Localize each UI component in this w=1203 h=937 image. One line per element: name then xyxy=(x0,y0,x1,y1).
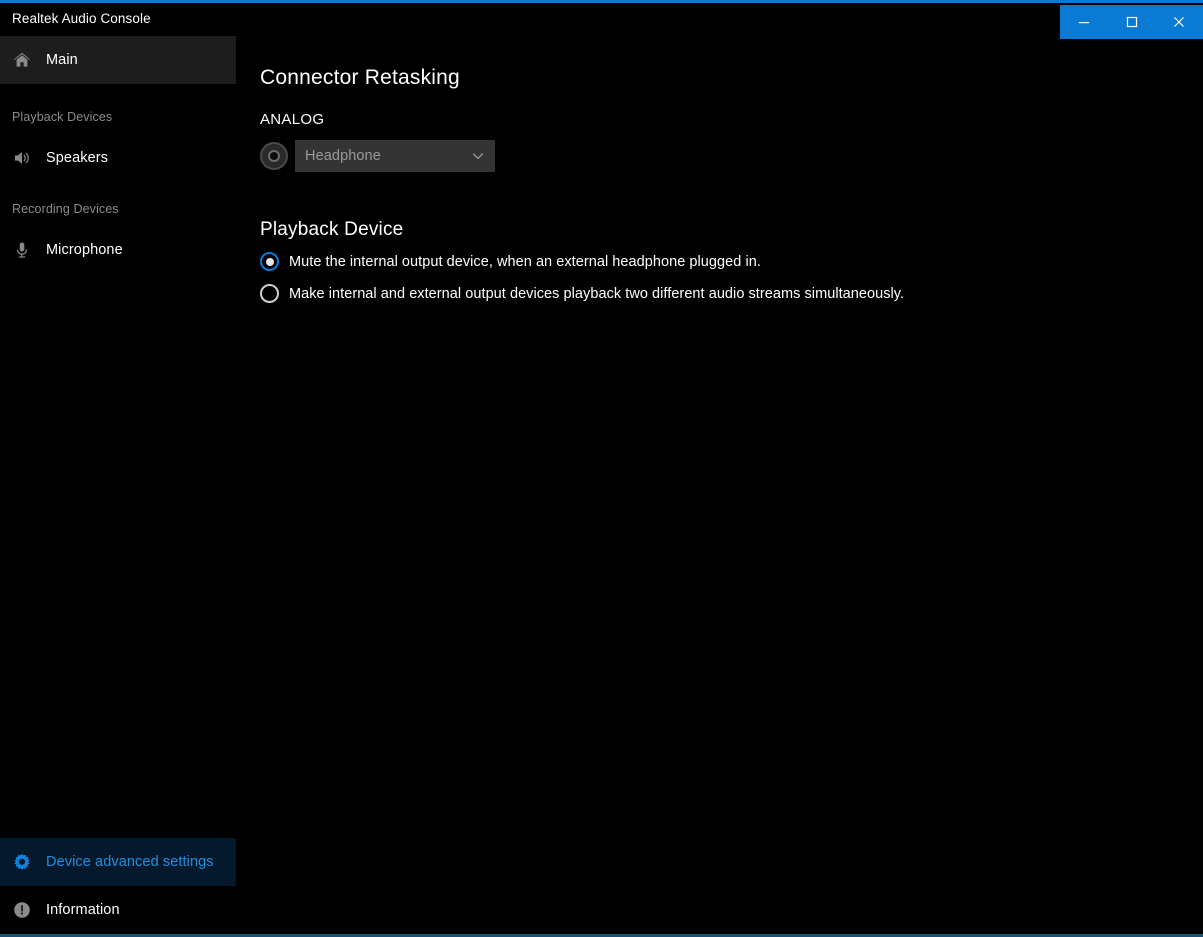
radio-button-selected-icon xyxy=(260,252,279,271)
playback-device-option-two-streams[interactable]: Make internal and external output device… xyxy=(260,284,904,303)
playback-device-option-two-streams-label: Make internal and external output device… xyxy=(289,285,905,302)
sidebar-item-main-label: Main xyxy=(46,52,78,68)
connector-retasking-heading: Connector Retasking xyxy=(260,66,460,89)
minimize-button[interactable] xyxy=(1060,5,1108,39)
radio-button-unselected-icon xyxy=(260,284,279,303)
close-icon xyxy=(1174,17,1185,27)
microphone-icon xyxy=(12,240,46,260)
main-content: Connector Retasking ANALOG Headphone Pla… xyxy=(260,36,1203,937)
sidebar-group-playback-devices: Playback Devices xyxy=(12,110,113,124)
connector-retasking-dropdown[interactable]: Headphone xyxy=(295,140,495,172)
sidebar-item-microphone[interactable]: Microphone xyxy=(0,226,236,274)
sidebar-item-speakers[interactable]: Speakers xyxy=(0,134,236,182)
analog-jack-row: Headphone xyxy=(260,140,495,172)
speaker-icon xyxy=(12,148,46,168)
maximize-icon xyxy=(1126,16,1137,28)
playback-device-option-mute-internal[interactable]: Mute the internal output device, when an… xyxy=(260,252,761,271)
window-caption-buttons xyxy=(1060,5,1203,39)
sidebar-item-speakers-label: Speakers xyxy=(46,150,109,166)
audio-jack-inner xyxy=(268,150,280,162)
maximize-button[interactable] xyxy=(1108,5,1156,39)
audio-jack-icon xyxy=(260,142,288,170)
playback-device-heading: Playback Device xyxy=(260,219,404,240)
sidebar: Main Playback Devices Speakers Recording… xyxy=(0,36,236,937)
info-icon xyxy=(12,900,46,920)
minimize-icon xyxy=(1078,22,1089,24)
gear-icon xyxy=(12,852,46,872)
radio-dot xyxy=(265,257,274,266)
sidebar-item-information-label: Information xyxy=(46,902,120,918)
sidebar-item-main[interactable]: Main xyxy=(0,36,236,84)
title-bar: Realtek Audio Console xyxy=(0,3,1203,39)
home-icon xyxy=(12,50,46,70)
sidebar-item-device-advanced-settings-label: Device advanced settings xyxy=(46,854,214,870)
playback-device-option-mute-internal-label: Mute the internal output device, when an… xyxy=(289,253,761,270)
sidebar-group-recording-devices: Recording Devices xyxy=(12,202,119,216)
app-window: Realtek Audio Console Main Playback Devi… xyxy=(0,0,1203,937)
connector-retasking-dropdown-value: Headphone xyxy=(305,148,381,164)
close-button[interactable] xyxy=(1155,5,1203,39)
analog-label: ANALOG xyxy=(260,111,325,128)
sidebar-item-information[interactable]: Information xyxy=(0,886,236,934)
sidebar-item-microphone-label: Microphone xyxy=(46,242,123,258)
chevron-down-icon xyxy=(471,149,485,163)
window-title: Realtek Audio Console xyxy=(12,11,151,26)
sidebar-item-device-advanced-settings[interactable]: Device advanced settings xyxy=(0,838,236,886)
